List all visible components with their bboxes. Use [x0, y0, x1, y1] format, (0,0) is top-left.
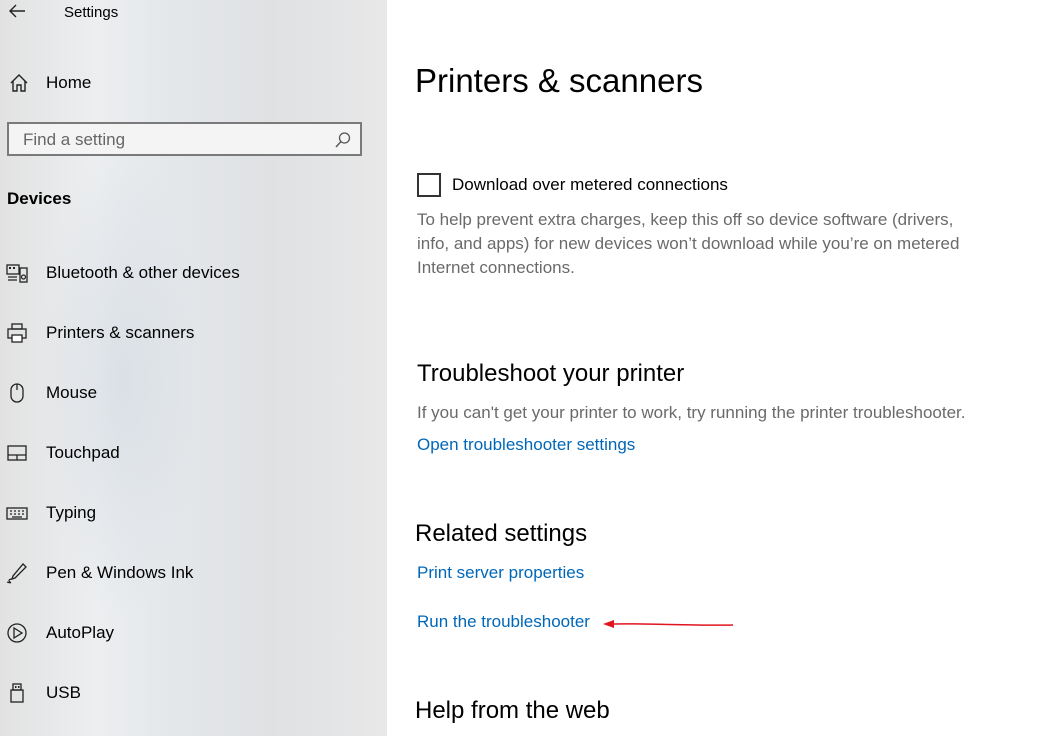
sidebar-item-label: AutoPlay — [46, 623, 115, 642]
metered-connections-checkbox[interactable] — [417, 173, 441, 197]
page-title: Printers & scanners — [415, 62, 703, 99]
title-bar: Settings — [0, 0, 387, 30]
metered-connections-label: Download over metered connections — [452, 175, 728, 194]
troubleshoot-description: If you can't get your printer to work, t… — [417, 403, 966, 422]
run-troubleshooter-link[interactable]: Run the troubleshooter — [417, 612, 590, 632]
section-title: Devices — [7, 189, 72, 208]
touchpad-icon — [6, 442, 28, 464]
autoplay-icon — [6, 622, 28, 644]
search-box[interactable] — [7, 122, 362, 156]
back-arrow-icon — [9, 4, 25, 18]
related-settings-heading: Related settings — [415, 520, 588, 547]
sidebar-item-label: Printers & scanners — [46, 323, 195, 342]
print-server-properties-link[interactable]: Print server properties — [417, 563, 584, 583]
usb-icon — [6, 682, 28, 704]
sidebar-item-label: Touchpad — [46, 443, 120, 462]
app-title: Settings — [64, 4, 119, 21]
mouse-icon — [6, 382, 28, 404]
help-from-web-heading: Help from the web — [415, 697, 610, 724]
search-input[interactable] — [23, 129, 323, 151]
keyboard-icon — [6, 502, 28, 524]
sidebar-item-mouse[interactable]: Mouse — [0, 371, 387, 415]
sidebar-item-touchpad[interactable]: Touchpad — [0, 431, 387, 475]
printer-icon — [6, 322, 28, 344]
sidebar-item-typing[interactable]: Typing — [0, 491, 387, 535]
home-icon — [8, 72, 30, 94]
main-content: Printers & scanners Download over metere… — [387, 0, 1055, 736]
open-troubleshooter-settings-link[interactable]: Open troubleshooter settings — [417, 435, 635, 455]
sidebar-item-label: Mouse — [46, 383, 98, 402]
annotation-arrow-icon — [603, 620, 734, 628]
troubleshoot-heading: Troubleshoot your printer — [417, 360, 685, 387]
sidebar-item-home[interactable]: Home — [0, 62, 387, 102]
sidebar-item-printers[interactable]: Printers & scanners — [0, 311, 387, 355]
sidebar-item-label: Home — [46, 73, 92, 92]
metered-connections-description: To help prevent extra charges, keep this… — [417, 210, 960, 277]
sidebar-item-bluetooth[interactable]: Bluetooth & other devices — [0, 251, 387, 295]
sidebar-item-label: USB — [46, 683, 81, 702]
sidebar-item-label: Bluetooth & other devices — [46, 263, 240, 282]
sidebar-item-label: Pen & Windows Ink — [46, 563, 194, 582]
back-button[interactable] — [6, 0, 30, 24]
sidebar-item-label: Typing — [46, 503, 97, 522]
bluetooth-devices-icon — [6, 262, 28, 284]
pen-icon — [6, 562, 28, 584]
sidebar: Settings Home Devices Bluetooth & other … — [0, 0, 387, 736]
sidebar-item-pen[interactable]: Pen & Windows Ink — [0, 551, 387, 595]
sidebar-item-usb[interactable]: USB — [0, 671, 387, 715]
sidebar-item-autoplay[interactable]: AutoPlay — [0, 611, 387, 655]
search-icon[interactable] — [334, 131, 352, 149]
